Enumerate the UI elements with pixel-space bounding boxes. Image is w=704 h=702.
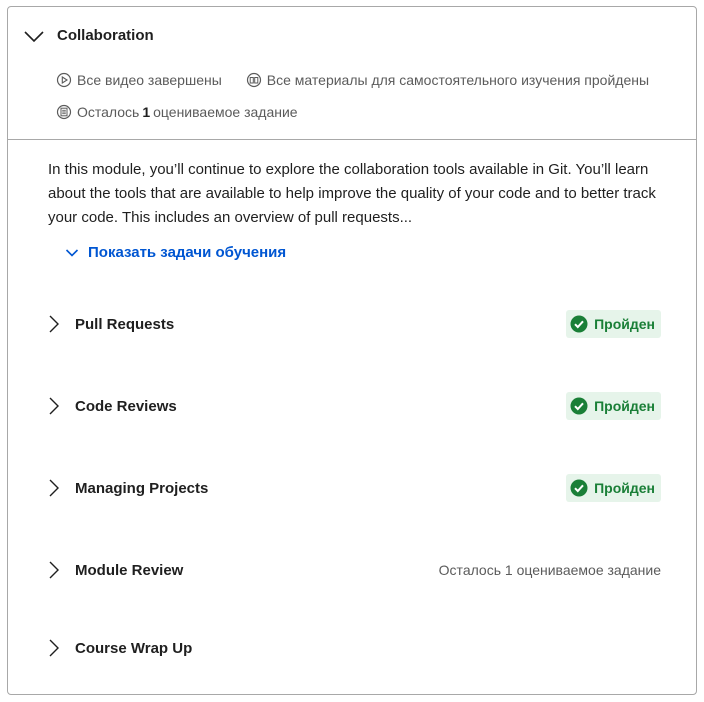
chevron-right-icon — [46, 560, 62, 580]
completed-badge: Пройден — [566, 474, 661, 502]
lesson-name: Course Wrap Up — [75, 639, 193, 657]
completed-badge-label: Пройден — [594, 480, 655, 496]
lesson-name: Pull Requests — [75, 315, 175, 333]
lesson-name: Code Reviews — [75, 397, 177, 415]
chevron-right-icon — [46, 478, 62, 498]
check-circle-icon — [570, 397, 588, 415]
assignment-suffix: оцениваемое задание — [153, 104, 298, 120]
completed-badge-label: Пройден — [594, 316, 655, 332]
lesson-name: Module Review — [75, 561, 184, 579]
check-circle-icon — [570, 479, 588, 497]
chevron-right-icon — [46, 638, 62, 658]
videos-status: Все видео завершены — [56, 72, 222, 88]
completed-badge-label: Пройден — [594, 398, 655, 414]
show-learning-objectives-link[interactable]: Показать задачи обучения — [64, 244, 286, 261]
chevron-down-icon — [64, 245, 80, 261]
assignment-count: 1 — [142, 104, 151, 120]
assignment-meta-row: Осталось 1 оцениваемое задание — [56, 104, 322, 120]
lesson-item-module-review[interactable]: Module Review Осталось 1 оцениваемое зад… — [8, 550, 696, 590]
assignment-prefix: Осталось — [77, 104, 140, 120]
module-description: In this module, you’ll continue to explo… — [48, 161, 656, 226]
chevron-down-icon — [24, 31, 44, 43]
check-circle-icon — [570, 315, 588, 333]
module-card: Collaboration Все видео завершены Все ма… — [7, 6, 697, 695]
show-learning-objectives-label: Показать задачи обучения — [88, 244, 287, 261]
module-header: Collaboration Все видео завершены Все ма… — [8, 7, 696, 140]
remaining-assignment-status: Осталось 1 оцениваемое задание — [438, 562, 661, 578]
chevron-right-icon — [46, 396, 62, 416]
completed-badge: Пройден — [566, 392, 661, 420]
videos-status-text: Все видео завершены — [77, 72, 222, 88]
lesson-item-code-reviews[interactable]: Code Reviews Пройден — [8, 386, 696, 426]
lesson-item-managing-projects[interactable]: Managing Projects Пройден — [8, 468, 696, 508]
module-meta-row: Все видео завершены Все материалы для са… — [56, 72, 673, 88]
completed-badge: Пройден — [566, 310, 661, 338]
collapse-button[interactable] — [22, 25, 46, 49]
module-title: Collaboration — [57, 27, 154, 44]
lesson-item-course-wrap-up[interactable]: Course Wrap Up — [8, 628, 696, 668]
materials-status: Все материалы для самостоятельного изуче… — [246, 72, 649, 88]
quiz-icon — [56, 104, 72, 120]
lesson-item-pull-requests[interactable]: Pull Requests Пройден — [8, 304, 696, 344]
materials-status-text: Все материалы для самостоятельного изуче… — [266, 72, 650, 88]
assignment-status: Осталось 1 оцениваемое задание — [56, 104, 298, 120]
play-circle-icon — [56, 72, 72, 88]
reading-icon — [246, 72, 262, 88]
chevron-right-icon — [46, 314, 62, 334]
lesson-name: Managing Projects — [75, 479, 209, 497]
